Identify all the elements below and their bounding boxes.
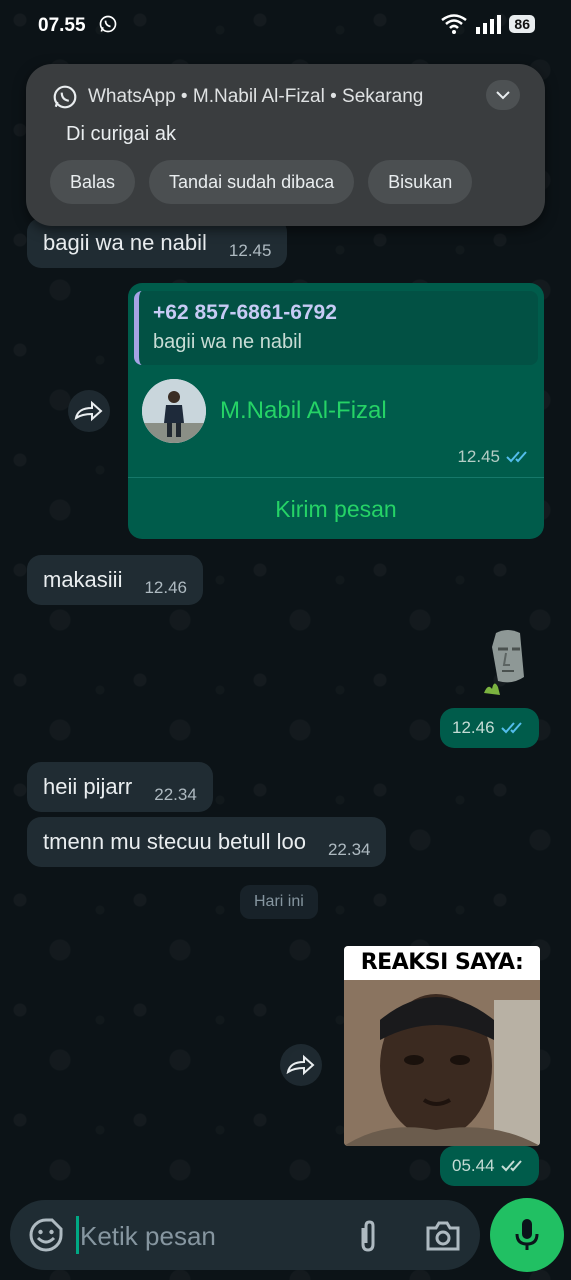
message-time: 12.46 xyxy=(452,718,495,737)
read-receipt-icon xyxy=(500,722,522,734)
collapse-button[interactable] xyxy=(486,80,520,110)
message-incoming[interactable]: makasiii 12.46 xyxy=(27,555,204,605)
status-right: 86 xyxy=(441,14,535,34)
gif-caption: REAKSI SAYA: xyxy=(344,946,540,980)
contact-card-message[interactable]: +62 857-6861-6792 bagii wa ne nabil M.Na… xyxy=(128,283,544,539)
forward-button[interactable] xyxy=(280,1044,322,1086)
notification-actions: Balas Tandai sudah dibaca Bisukan xyxy=(50,160,473,204)
quoted-text: bagii wa ne nabil xyxy=(153,331,302,353)
message-text: tmenn mu stecuu betull loo xyxy=(43,829,306,854)
send-message-button[interactable]: Kirim pesan xyxy=(128,479,544,539)
person-photo xyxy=(142,379,206,443)
message-time: 22.34 xyxy=(327,840,371,859)
moai-sticker[interactable] xyxy=(482,627,532,697)
message-time: 12.45 xyxy=(228,241,272,260)
voice-record-button[interactable] xyxy=(490,1198,564,1272)
signal-icon xyxy=(476,15,502,34)
sticker-meta: 12.46 xyxy=(440,708,539,748)
message-incoming[interactable]: tmenn mu stecuu betull loo 22.34 xyxy=(27,817,387,867)
face-photo xyxy=(344,980,540,1146)
notification-title: WhatsApp • M.Nabil Al-Fizal • Sekarang xyxy=(88,86,424,107)
notification-message: Di curigai ak xyxy=(66,123,177,145)
text-cursor xyxy=(76,1216,79,1254)
mark-read-button[interactable]: Tandai sudah dibaca xyxy=(149,160,355,204)
forward-button[interactable] xyxy=(68,390,110,432)
message-text: bagii wa ne nabil xyxy=(43,230,207,255)
attach-icon[interactable] xyxy=(350,1218,386,1254)
message-text: makasiii xyxy=(43,567,123,592)
gif-meta: 05.44 xyxy=(440,1146,539,1186)
microphone-icon xyxy=(515,1219,539,1250)
mute-button[interactable]: Bisukan xyxy=(368,160,473,204)
forward-icon xyxy=(286,1054,315,1076)
emoji-icon[interactable] xyxy=(28,1217,64,1253)
whatsapp-icon xyxy=(53,85,77,109)
contact-avatar[interactable] xyxy=(142,379,206,443)
gif-message[interactable]: REAKSI SAYA: xyxy=(344,946,540,1146)
contact-name: M.Nabil Al-Fizal xyxy=(220,397,387,424)
read-receipt-icon xyxy=(506,451,527,463)
message-input[interactable]: Ketik pesan xyxy=(80,1221,216,1252)
notification-header: WhatsApp • M.Nabil Al-Fizal • Sekarang xyxy=(52,84,423,110)
status-time: 07.55 xyxy=(38,15,86,36)
message-time: 22.34 xyxy=(154,785,197,804)
message-incoming[interactable]: heii pijarr 22.34 xyxy=(27,762,213,812)
message-time: 12.46 xyxy=(144,578,188,597)
message-time: 12.45 xyxy=(457,447,500,466)
message-composer: Ketik pesan xyxy=(10,1200,480,1270)
delivered-receipt-icon xyxy=(500,1160,522,1172)
quoted-message[interactable]: +62 857-6861-6792 bagii wa ne nabil xyxy=(134,291,538,365)
whatsapp-status-icon xyxy=(99,15,117,33)
status-bar: 07.55 86 xyxy=(0,0,571,50)
wifi-icon xyxy=(441,14,468,34)
chevron-down-icon xyxy=(496,91,510,100)
message-meta: 12.45 xyxy=(457,447,532,467)
forward-icon xyxy=(74,400,103,422)
reply-button[interactable]: Balas xyxy=(50,160,136,204)
quoted-sender: +62 857-6861-6792 xyxy=(153,301,337,324)
battery-indicator: 86 xyxy=(509,15,535,33)
notification-card[interactable]: WhatsApp • M.Nabil Al-Fizal • Sekarang D… xyxy=(26,64,545,226)
date-divider: Hari ini xyxy=(240,885,318,919)
message-time: 05.44 xyxy=(452,1156,495,1175)
message-text: heii pijarr xyxy=(43,774,133,799)
camera-icon[interactable] xyxy=(424,1218,462,1254)
card-divider xyxy=(128,477,544,478)
